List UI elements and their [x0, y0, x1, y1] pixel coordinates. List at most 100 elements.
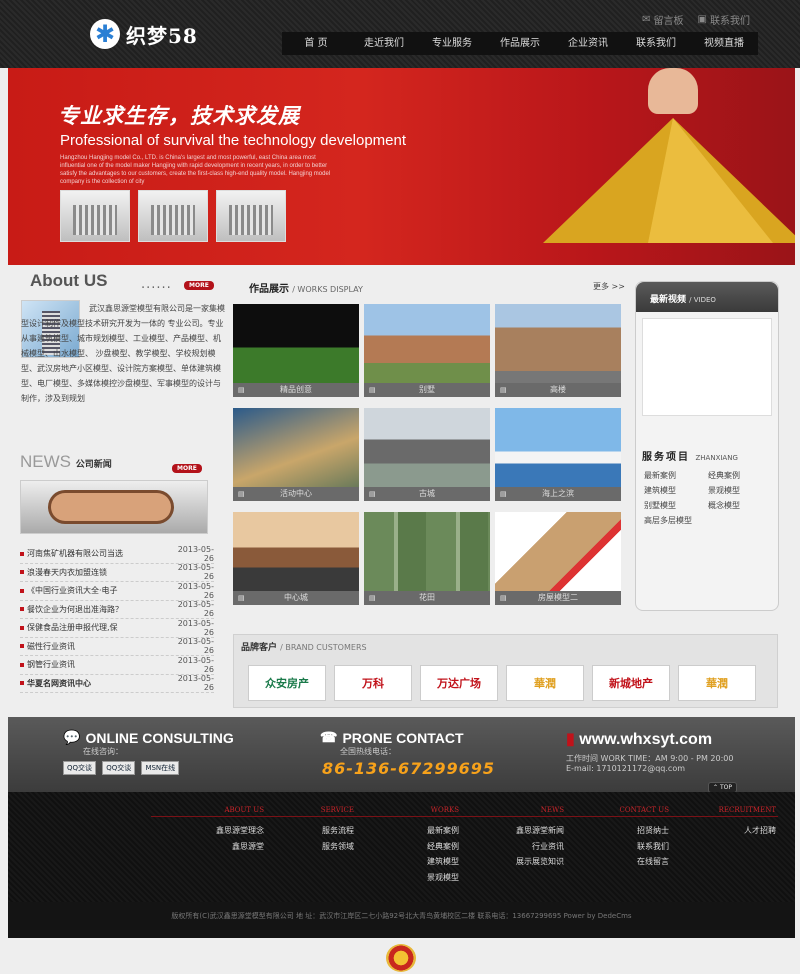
work-caption[interactable]: 房屋模型二: [495, 591, 621, 605]
site-url[interactable]: ▮ www.whxsyt.com: [566, 729, 733, 749]
news-item[interactable]: 浪漫春天内衣加盟连锁 2013-05-26: [20, 563, 214, 582]
work-item[interactable]: 花田: [364, 512, 490, 605]
footer-link[interactable]: 服务领域: [241, 839, 356, 855]
service-link[interactable]: 建筑模型: [644, 485, 708, 496]
footer-link[interactable]: 展示展览知识: [451, 854, 566, 870]
work-item[interactable]: 房屋模型二: [495, 512, 621, 605]
work-caption[interactable]: 古城: [364, 487, 490, 501]
news-item-title[interactable]: 华夏名网资讯中心: [27, 678, 168, 689]
service-link[interactable]: 景观模型: [708, 485, 772, 496]
work-image[interactable]: [495, 512, 621, 591]
news-item-title[interactable]: 保健食品注册申报代理,保: [27, 622, 168, 633]
qq-chat-button[interactable]: QQ交谈: [63, 761, 97, 775]
police-badge-icon[interactable]: [386, 944, 416, 972]
service-link[interactable]: 经典案例: [708, 470, 772, 481]
email[interactable]: E-mail: 1710121172@qq.com: [566, 764, 733, 773]
chat-icon: 💬: [63, 729, 81, 745]
news-item[interactable]: 保健食品注册申报代理,保 2013-05-26: [20, 619, 214, 638]
nav-about[interactable]: 走近我们: [350, 32, 418, 55]
service-link[interactable]: 高层多层模型: [644, 515, 708, 526]
service-link[interactable]: 别墅模型: [644, 500, 708, 511]
brand-logo[interactable]: 万科: [334, 665, 412, 701]
footer-link[interactable]: 人才招聘: [663, 823, 778, 839]
footer-link[interactable]: 建筑模型: [346, 854, 461, 870]
nav-service[interactable]: 专业服务: [418, 32, 486, 55]
news-item-title[interactable]: 《中国行业资讯大全·电子: [27, 585, 168, 596]
work-image[interactable]: [495, 304, 621, 383]
footer-link[interactable]: 最新案例: [346, 823, 461, 839]
work-item[interactable]: 精品创意: [233, 304, 359, 397]
guestbook-link[interactable]: ✉ 留言板: [642, 12, 683, 27]
works-more-link[interactable]: 更多 >>: [593, 281, 625, 292]
contact-link[interactable]: ▣ 联系我们: [698, 12, 750, 27]
banner-thumbnail: [138, 190, 208, 242]
brand-logo[interactable]: 華潤: [506, 665, 584, 701]
banner-thumbnail: [216, 190, 286, 242]
mail-icon: ✉: [642, 14, 651, 25]
site-logo[interactable]: ✱ 织梦58: [90, 18, 198, 50]
news-item[interactable]: 华夏名网资讯中心 2013-05-26: [20, 674, 214, 693]
news-item-title[interactable]: 钢管行业资讯: [27, 659, 168, 670]
work-image[interactable]: [233, 304, 359, 383]
work-item[interactable]: 活动中心: [233, 408, 359, 501]
work-caption[interactable]: 活动中心: [233, 487, 359, 501]
work-caption[interactable]: 高楼: [495, 383, 621, 397]
news-item-title[interactable]: 河南焦矿机器有限公司当选: [27, 548, 168, 559]
service-link[interactable]: 最新案例: [644, 470, 708, 481]
news-item[interactable]: 磁性行业资讯 2013-05-26: [20, 637, 214, 656]
phone-heading: ☎ PRONE CONTACT: [320, 729, 495, 746]
nav-home[interactable]: 首 页: [282, 32, 350, 55]
news-more-button[interactable]: MORE: [172, 464, 202, 473]
nav-video[interactable]: 视频直播: [690, 32, 758, 55]
top-links: ✉ 留言板 ▣ 联系我们: [642, 12, 750, 27]
brand-logo[interactable]: 万达广场: [420, 665, 498, 701]
work-item[interactable]: 中心城: [233, 512, 359, 605]
qq-chat-button[interactable]: QQ交谈: [102, 761, 136, 775]
news-item-title[interactable]: 磁性行业资讯: [27, 641, 168, 652]
msn-chat-button[interactable]: MSN在线: [141, 761, 180, 775]
work-image[interactable]: [495, 408, 621, 487]
news-item[interactable]: 餐饮企业为何退出准海路？ 2013-05-26: [20, 600, 214, 619]
nav-works[interactable]: 作品展示: [486, 32, 554, 55]
nav-contact[interactable]: 联系我们: [622, 32, 690, 55]
video-header: 最新视频 / VIDEO: [636, 282, 778, 312]
work-caption[interactable]: 精品创意: [233, 383, 359, 397]
news-item-title[interactable]: 浪漫春天内衣加盟连锁: [27, 567, 168, 578]
footer-link[interactable]: 招贤纳士: [556, 823, 671, 839]
work-image[interactable]: [233, 408, 359, 487]
brand-logo[interactable]: 众安房产: [248, 665, 326, 701]
work-image[interactable]: [364, 512, 490, 591]
work-item[interactable]: 海上之滨: [495, 408, 621, 501]
brand-logo[interactable]: 新城地产: [592, 665, 670, 701]
footer-link[interactable]: 行业资讯: [451, 839, 566, 855]
phone-contact: ☎ PRONE CONTACT 全国热线电话： 86-136-67299695: [320, 729, 495, 778]
footer-link[interactable]: 鑫思源堂新闻: [451, 823, 566, 839]
nav-news[interactable]: 企业资讯: [554, 32, 622, 55]
footer-link[interactable]: 经典案例: [346, 839, 461, 855]
work-caption[interactable]: 中心城: [233, 591, 359, 605]
video-player[interactable]: [642, 318, 772, 416]
bullet-icon: [20, 607, 24, 612]
footer-link[interactable]: 联系我们: [556, 839, 671, 855]
work-caption[interactable]: 花田: [364, 591, 490, 605]
work-item[interactable]: 高楼: [495, 304, 621, 397]
top-label: TOP: [719, 784, 732, 791]
work-item[interactable]: 别墅: [364, 304, 490, 397]
footer-link[interactable]: 服务流程: [241, 823, 356, 839]
brand-logo[interactable]: 華潤: [678, 665, 756, 701]
footer-link[interactable]: 景观模型: [346, 870, 461, 886]
about-more-button[interactable]: MORE: [184, 281, 214, 290]
work-image[interactable]: [364, 304, 490, 383]
service-link[interactable]: 概念模型: [708, 500, 772, 511]
work-image[interactable]: [364, 408, 490, 487]
work-item[interactable]: 古城: [364, 408, 490, 501]
work-caption[interactable]: 海上之滨: [495, 487, 621, 501]
contact-label: 联系我们: [710, 16, 750, 27]
work-image[interactable]: [233, 512, 359, 591]
news-item[interactable]: 钢管行业资讯 2013-05-26: [20, 656, 214, 675]
news-item[interactable]: 河南焦矿机器有限公司当选 2013-05-26: [20, 545, 214, 564]
work-caption[interactable]: 别墅: [364, 383, 490, 397]
footer-link[interactable]: 在线留言: [556, 854, 671, 870]
news-item-title[interactable]: 餐饮企业为何退出准海路？: [27, 604, 168, 615]
news-item[interactable]: 《中国行业资讯大全·电子 2013-05-26: [20, 582, 214, 601]
